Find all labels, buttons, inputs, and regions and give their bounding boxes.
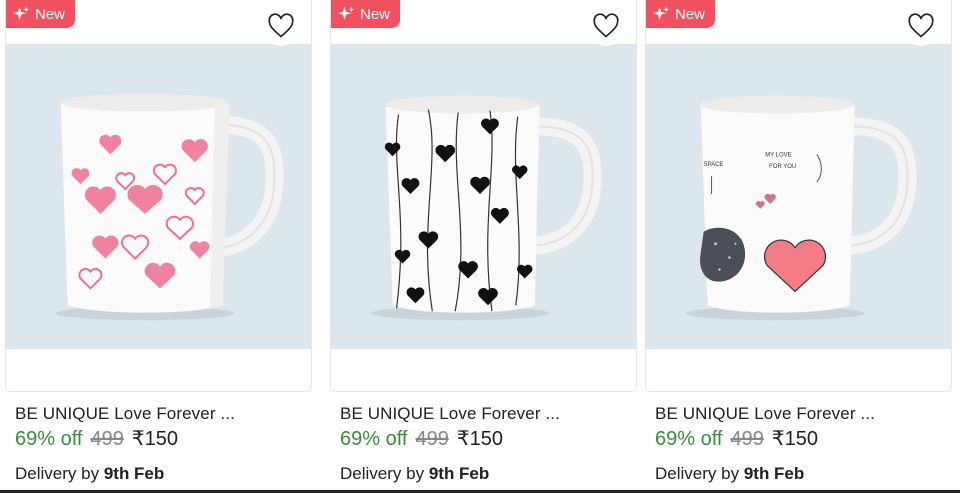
product-image[interactable] (6, 44, 311, 349)
badge-label: New (675, 5, 706, 23)
product-card-box[interactable]: New SPACE MY LOVE FOR YOU (645, 0, 952, 392)
mug-pink-hearts-image (55, 93, 284, 321)
sparkle-icon (652, 6, 670, 20)
new-badge: New (331, 0, 401, 28)
price-row: 69% off 499 ₹150 (15, 426, 178, 451)
product-card[interactable]: New BE UNIQUE Love Forever ... 69% off 4… (5, 0, 312, 493)
mug-black-hearts-image (370, 95, 602, 321)
badge-label: New (35, 5, 66, 23)
product-image[interactable]: SPACE MY LOVE FOR YOU (646, 44, 951, 349)
badge-label: New (360, 5, 391, 23)
product-title[interactable]: BE UNIQUE Love Forever ... (340, 404, 560, 424)
product-card[interactable]: New SPACE MY LOVE FOR YOU BE UNIQUE Love… (645, 0, 952, 493)
price-row: 69% off 499 ₹150 (340, 426, 503, 451)
wishlist-button[interactable] (901, 6, 941, 46)
product-card-box[interactable]: New (330, 0, 637, 392)
new-badge: New (646, 0, 716, 28)
mug-text-space: SPACE (704, 162, 724, 168)
heart-outline-icon (908, 13, 934, 38)
delivery-prefix: Delivery by (340, 464, 425, 483)
product-card[interactable]: New BE UNIQUE Love Forever ... 69% off 4… (330, 0, 637, 493)
price-row: 69% off 499 ₹150 (655, 426, 818, 451)
delivery-date: 9th Feb (103, 464, 165, 483)
sparkle-icon (337, 6, 355, 20)
delivery-info: Delivery by 9th Feb (340, 464, 489, 484)
mug-text-my-love: MY LOVE (765, 152, 791, 158)
selling-price: ₹150 (131, 428, 178, 450)
delivery-date: 9th Feb (428, 464, 490, 483)
delivery-prefix: Delivery by (655, 464, 740, 483)
product-image[interactable] (331, 44, 636, 349)
product-title[interactable]: BE UNIQUE Love Forever ... (15, 404, 235, 424)
discount-label: 69% off (340, 428, 408, 450)
heart-outline-icon (268, 13, 294, 38)
heart-outline-icon (593, 13, 619, 38)
wishlist-button[interactable] (261, 6, 301, 46)
sparkle-icon (12, 6, 30, 20)
discount-label: 69% off (15, 428, 83, 450)
delivery-info: Delivery by 9th Feb (655, 464, 804, 484)
delivery-date: 9th Feb (743, 464, 805, 483)
wishlist-button[interactable] (586, 6, 626, 46)
original-price: 499 (90, 428, 124, 450)
product-title[interactable]: BE UNIQUE Love Forever ... (655, 404, 875, 424)
delivery-info: Delivery by 9th Feb (15, 464, 164, 484)
mug-text-for-you: FOR YOU (769, 164, 796, 170)
mug-love-space-image: SPACE MY LOVE FOR YOU (685, 95, 917, 321)
selling-price: ₹150 (456, 428, 503, 450)
original-price: 499 (415, 428, 449, 450)
new-badge: New (6, 0, 76, 28)
discount-label: 69% off (655, 428, 723, 450)
delivery-prefix: Delivery by (15, 464, 100, 483)
original-price: 499 (730, 428, 764, 450)
selling-price: ₹150 (771, 428, 818, 450)
product-card-box[interactable]: New (5, 0, 312, 392)
product-grid: New BE UNIQUE Love Forever ... 69% off 4… (0, 0, 960, 493)
